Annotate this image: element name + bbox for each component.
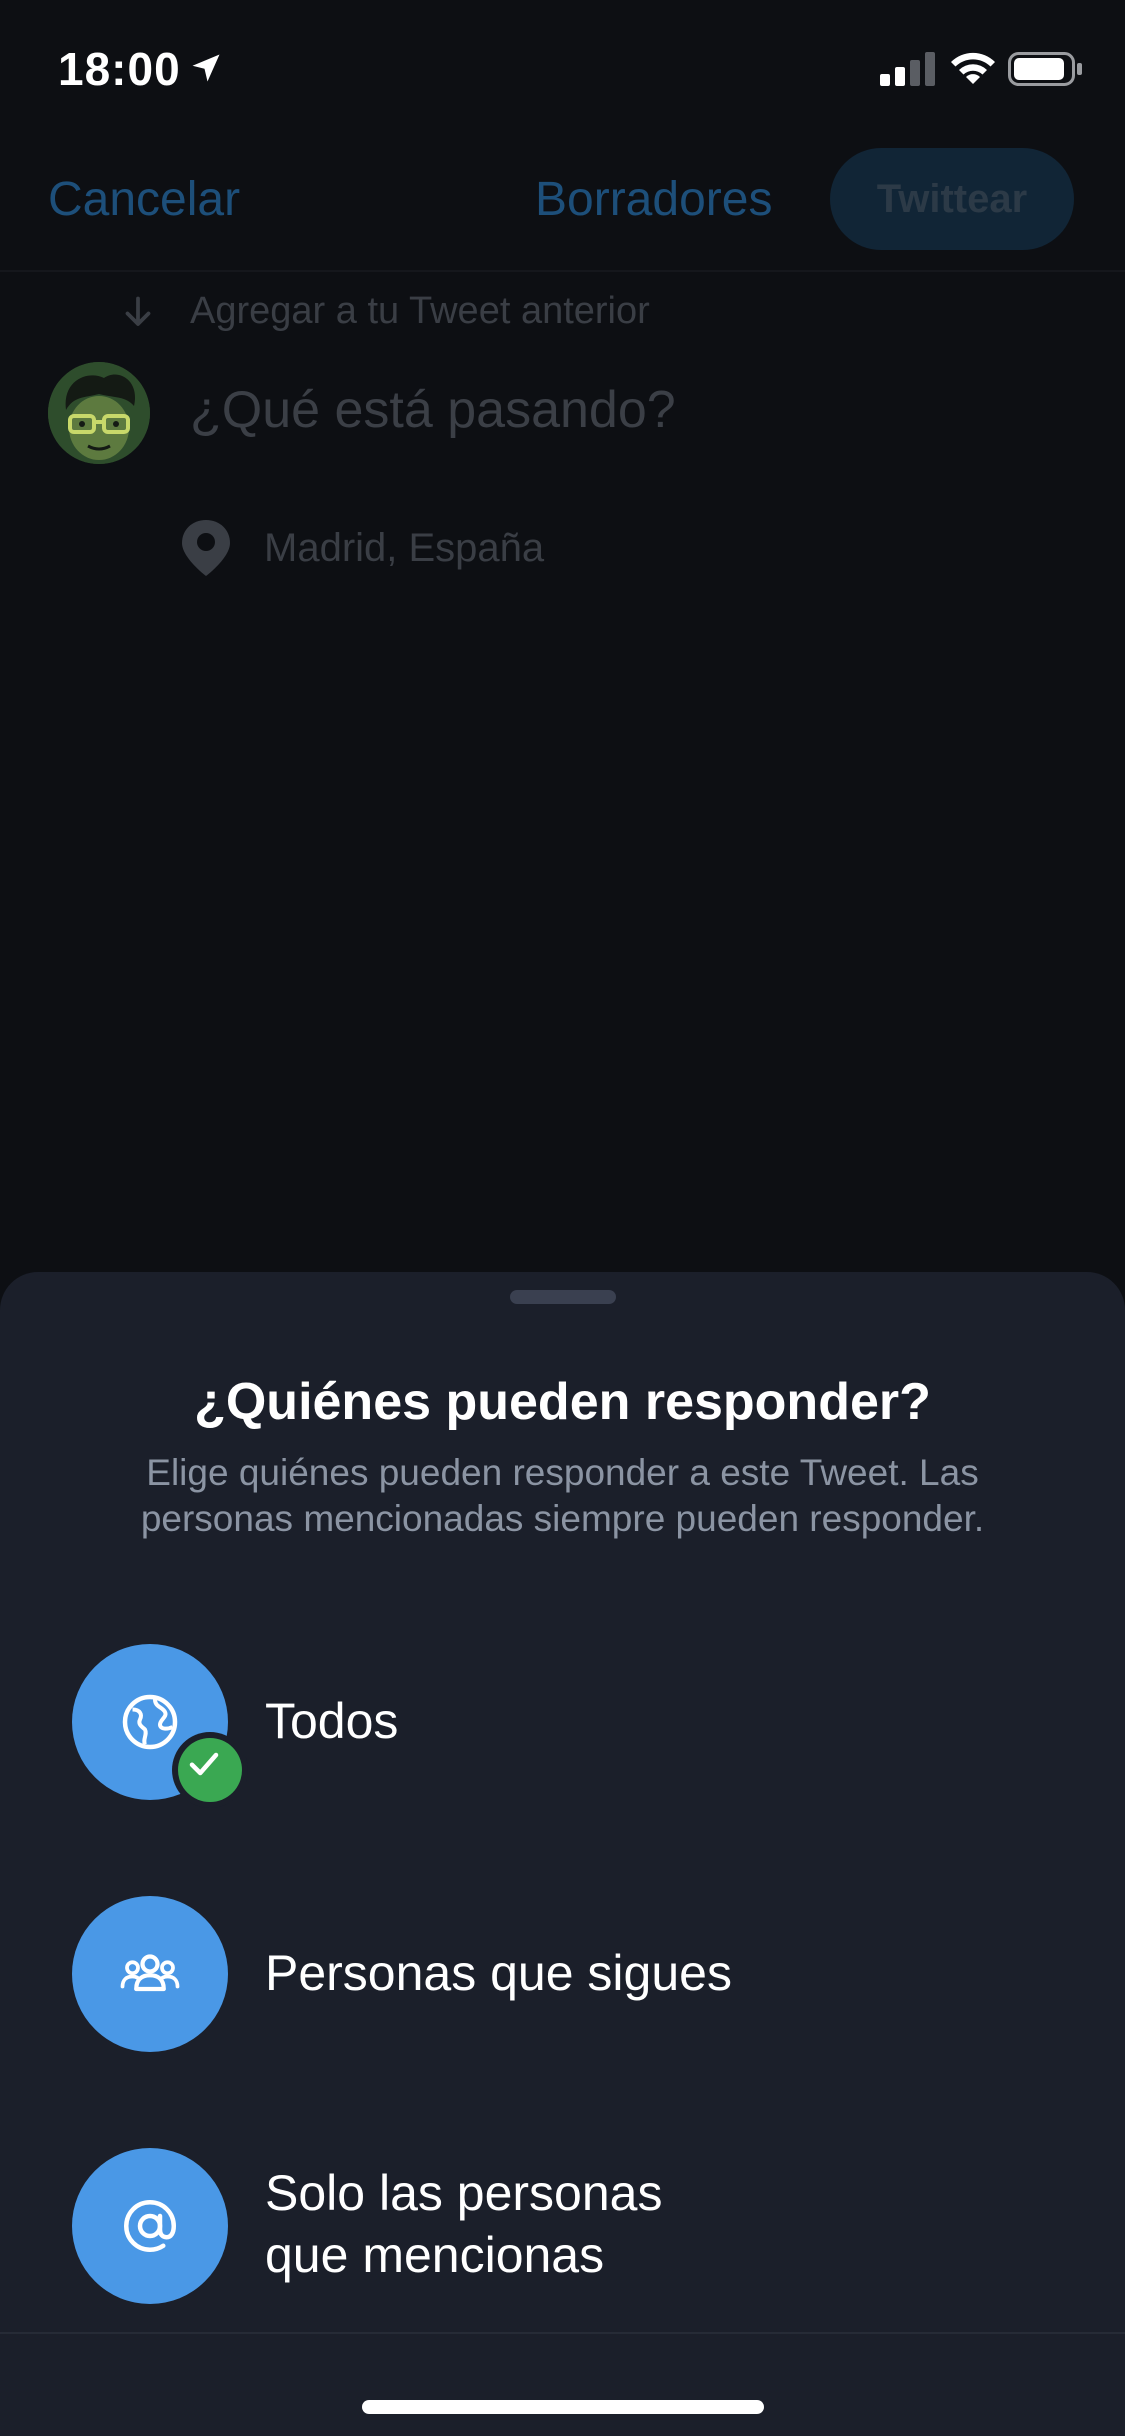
option-everyone[interactable]: Todos <box>0 1624 1125 1814</box>
arrow-down-icon <box>125 296 151 326</box>
wifi-icon <box>951 52 995 84</box>
sheet-title: ¿Quiénes pueden responder? <box>194 1373 931 1431</box>
add-to-previous-label: Agregar a tu Tweet anterior <box>190 290 650 332</box>
screen: 18:00 Cancelar Borradores Twittear Agreg… <box>0 0 1125 2436</box>
avatar[interactable] <box>48 362 150 464</box>
sheet-subtitle-line-2: personas mencionadas siempre pueden resp… <box>140 1498 985 1539</box>
sheet-subtitle-line-1: Elige quiénes pueden responder a este Tw… <box>146 1452 979 1493</box>
option-mentioned-only-label: Solo las personas que mencionas <box>265 2162 662 2286</box>
tweet-text-input[interactable]: ¿Qué está pasando? <box>190 380 676 440</box>
drafts-button[interactable]: Borradores <box>535 172 772 227</box>
location-arrow-icon <box>192 54 220 82</box>
option-everyone-label: Todos <box>265 1693 399 1749</box>
option-mentioned-only-label-line-1: Solo las personas <box>265 2165 663 2221</box>
tweet-button[interactable]: Twittear <box>830 148 1074 250</box>
reply-settings-sheet: ¿Quiénes pueden responder? Elige quiénes… <box>0 1272 1125 2436</box>
at-icon <box>123 2199 177 2253</box>
sheet-divider <box>0 2332 1125 2334</box>
people-icon <box>120 1954 180 1992</box>
option-icon-circle <box>72 2148 228 2304</box>
sheet-grabber[interactable] <box>510 1290 616 1304</box>
home-indicator[interactable] <box>362 2400 764 2414</box>
option-mentioned-only-label-line-2: que mencionas <box>265 2227 605 2283</box>
globe-icon <box>122 1694 178 1750</box>
location-tag[interactable]: Madrid, España <box>180 518 544 578</box>
status-bar: 18:00 <box>0 0 1125 140</box>
compose-screen: Cancelar Borradores Twittear Agregar a t… <box>0 140 1125 1270</box>
cellular-signal-icon <box>880 52 935 86</box>
add-to-previous-tweet[interactable]: Agregar a tu Tweet anterior <box>120 290 650 333</box>
checkmark-icon <box>189 1752 219 1776</box>
battery-icon <box>1008 52 1082 86</box>
option-people-you-follow-label: Personas que sigues <box>265 1945 732 2001</box>
option-mentioned-only[interactable]: Solo las personas que mencionas <box>0 2128 1125 2318</box>
location-label: Madrid, España <box>264 525 545 570</box>
sheet-subtitle: Elige quiénes pueden responder a este Tw… <box>60 1450 1065 1542</box>
option-icon-circle <box>72 1896 228 2052</box>
compose-nav-bar: Cancelar Borradores Twittear <box>0 140 1125 272</box>
location-pin-icon <box>182 520 230 576</box>
cancel-button[interactable]: Cancelar <box>48 172 240 227</box>
selected-check-badge <box>172 1732 248 1808</box>
avatar-image <box>48 362 150 464</box>
option-people-you-follow[interactable]: Personas que sigues <box>0 1876 1125 2066</box>
status-time: 18:00 <box>58 43 181 95</box>
